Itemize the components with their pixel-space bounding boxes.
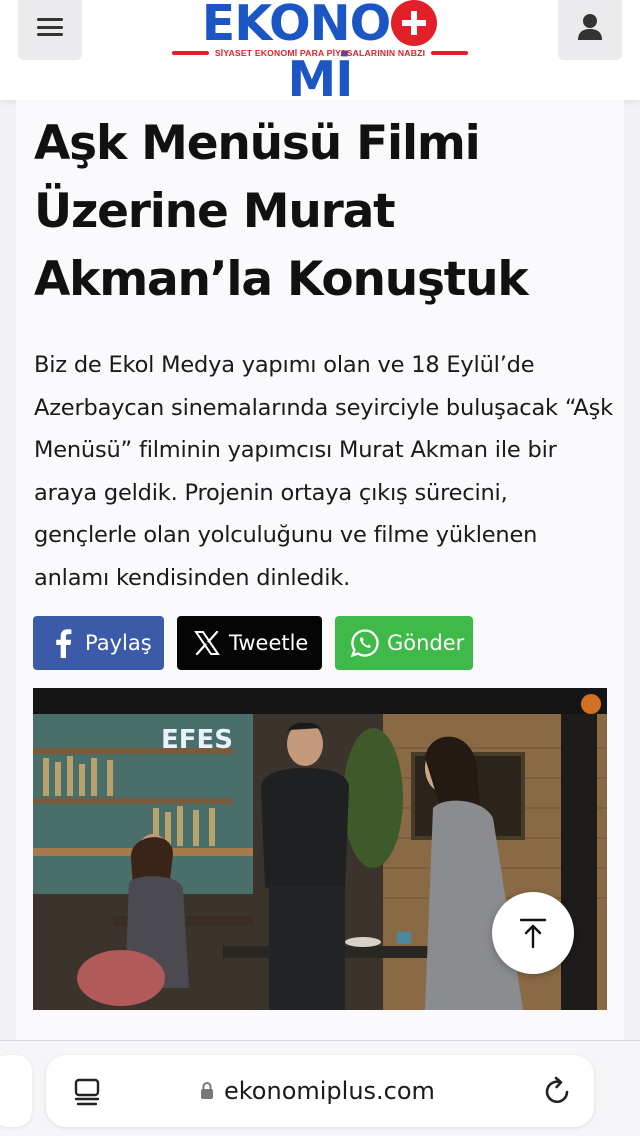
efes-sign: EFES — [161, 725, 233, 755]
menu-button[interactable] — [18, 0, 82, 60]
tagline-text: SİYASET EKONOMİ PARA PİYASALARININ NABZI — [214, 48, 426, 58]
address-bar[interactable]: ekonomiplus.com — [46, 1055, 594, 1127]
x-share-label: Tweetle — [229, 631, 309, 655]
logo-text-start: EKONO — [201, 0, 392, 52]
facebook-icon — [41, 616, 85, 670]
logo-plus-icon — [391, 0, 438, 46]
url-text: ekonomiplus.com — [224, 1077, 435, 1105]
x-share-button[interactable]: Tweetle — [177, 616, 322, 670]
whatsapp-share-button[interactable]: Gönder — [335, 616, 473, 670]
reader-mode-icon[interactable] — [72, 1077, 102, 1107]
previous-tab-preview[interactable] — [0, 1055, 32, 1127]
hamburger-menu-icon — [37, 18, 63, 36]
article-title: Aşk Menüsü Filmi Üzerine Murat Akman’la … — [34, 116, 529, 307]
browser-toolbar: ekonomiplus.com — [0, 1040, 640, 1136]
arrow-up-to-line-icon — [519, 918, 547, 949]
whatsapp-icon — [343, 616, 387, 670]
reload-icon[interactable] — [542, 1075, 574, 1107]
user-account-button[interactable] — [558, 0, 622, 60]
tagline-right-bar — [431, 51, 469, 55]
facebook-share-button[interactable]: Paylaş — [33, 616, 164, 670]
site-header: EKONOMİ SİYASET EKONOMİ PARA PİYASALARIN… — [0, 0, 640, 108]
whatsapp-share-label: Gönder — [387, 631, 465, 655]
lock-icon — [201, 1082, 213, 1099]
site-logo[interactable]: EKONOMİ SİYASET EKONOMİ PARA PİYASALARIN… — [172, 0, 469, 108]
tagline-left-bar — [172, 51, 209, 55]
facebook-share-label: Paylaş — [85, 631, 152, 655]
scroll-to-top-button[interactable] — [492, 892, 574, 974]
x-logo-icon — [185, 616, 229, 670]
logo-tagline: SİYASET EKONOMİ PARA PİYASALARININ NABZI — [172, 46, 469, 60]
user-icon — [578, 14, 602, 40]
logo-wordmark: EKONOMİ — [172, 0, 468, 108]
article-lead: Biz de Ekol Medya yapımı olan ve 18 Eylü… — [34, 352, 613, 591]
